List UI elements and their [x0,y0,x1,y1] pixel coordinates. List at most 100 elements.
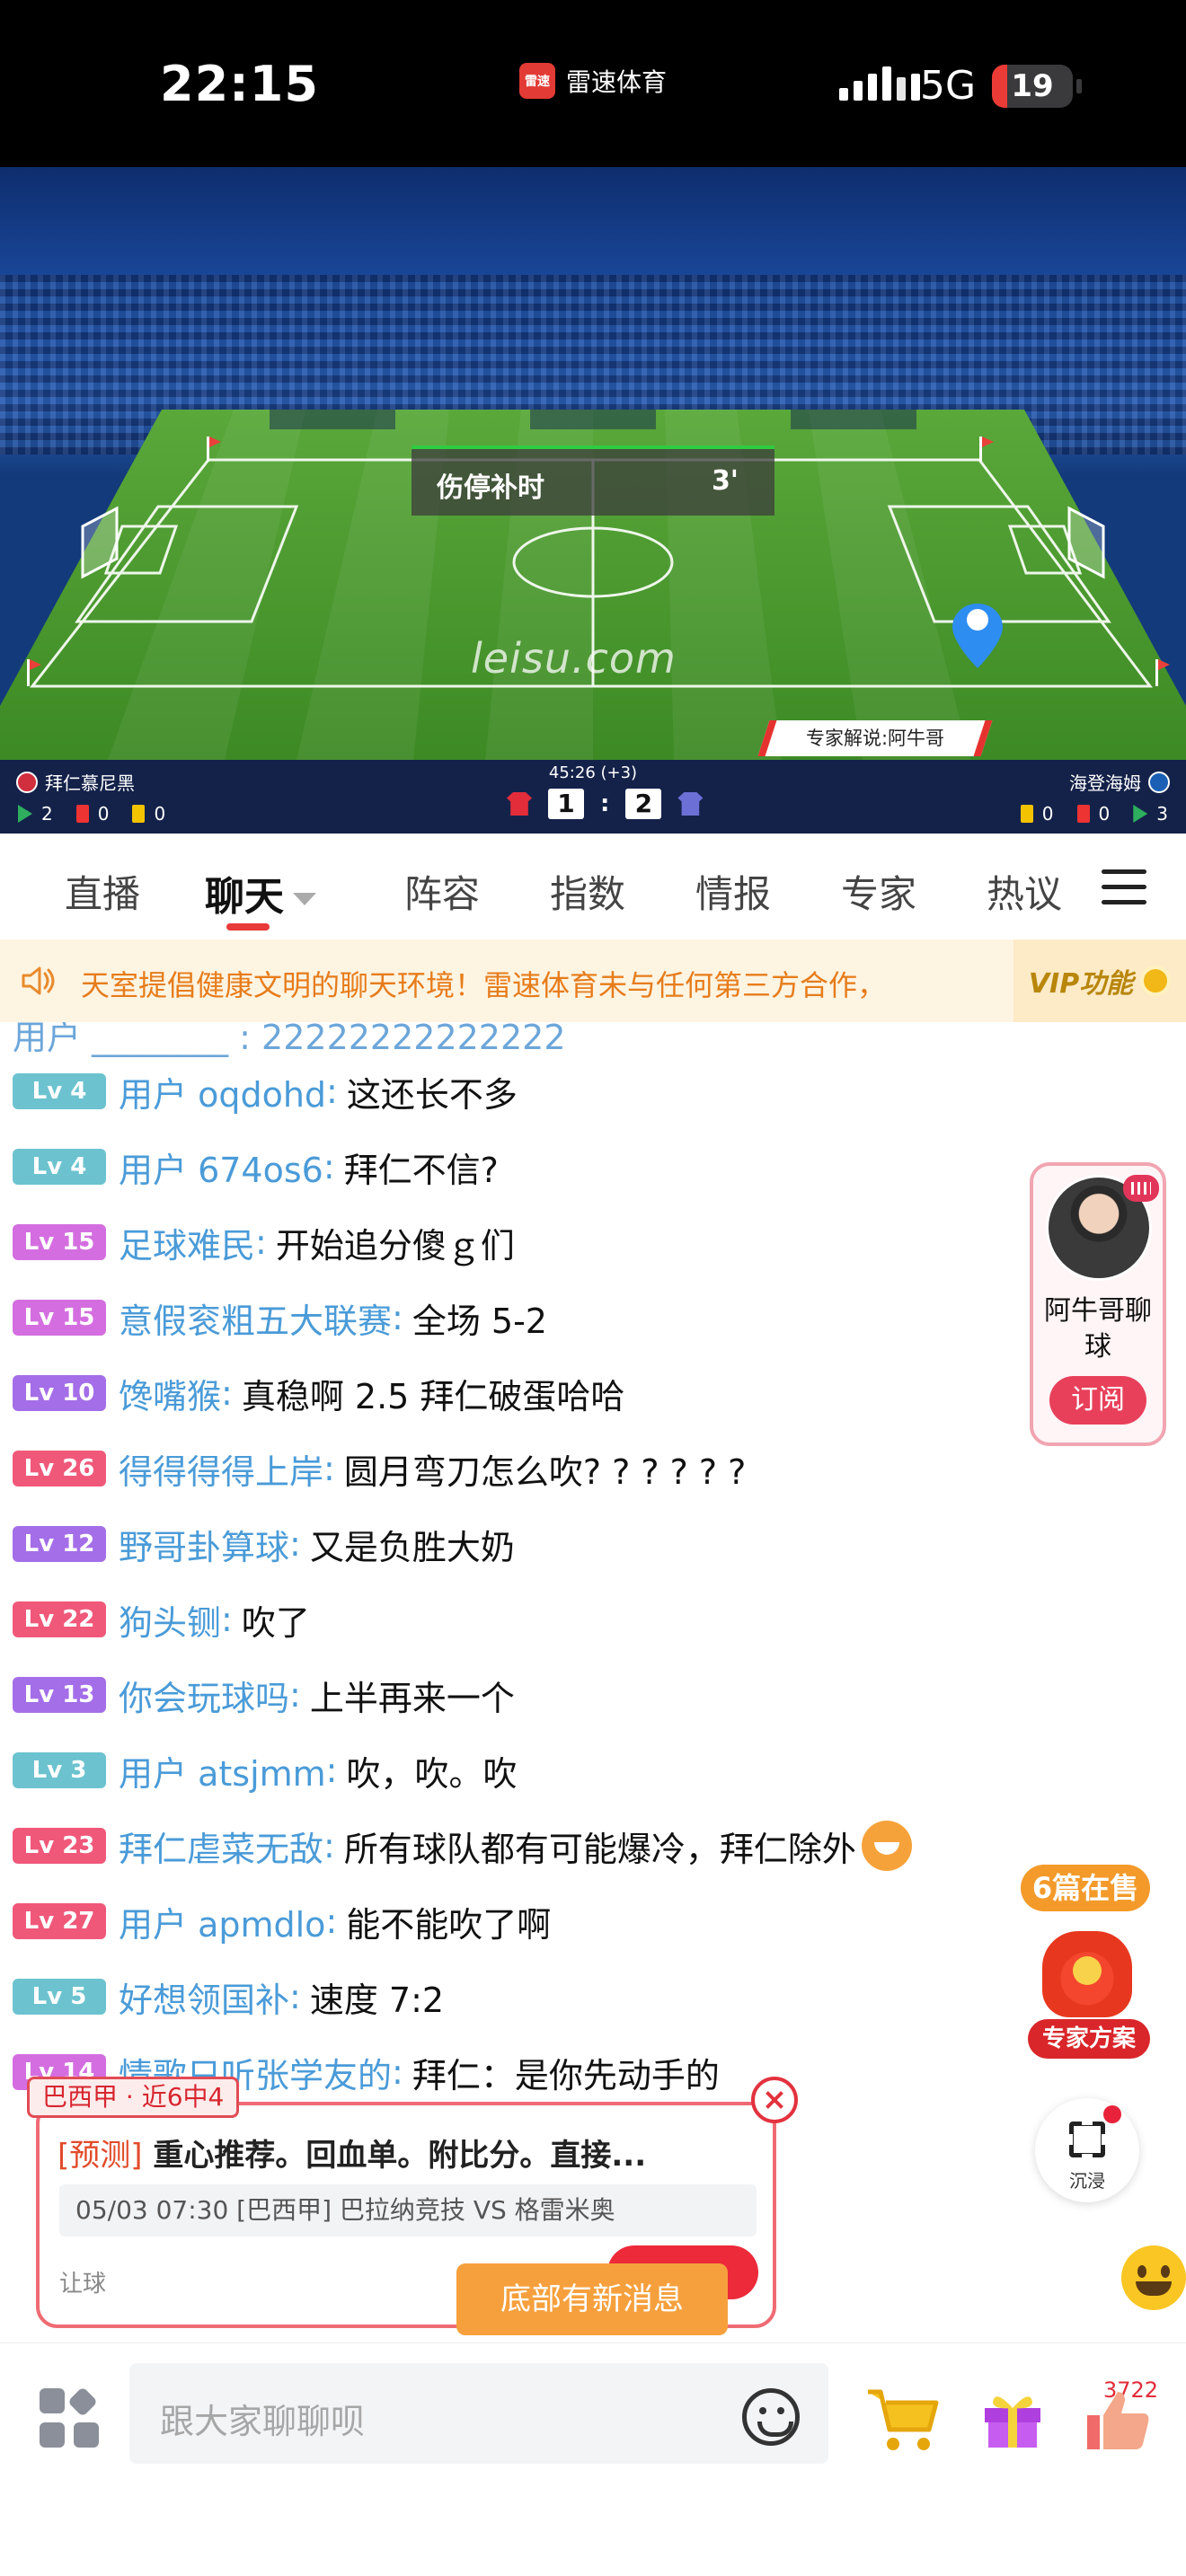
user-level-badge: Lv 22 [13,1601,106,1637]
away-yellow-cards: 0 [1041,803,1054,825]
chat-separator: : [392,1298,403,1337]
chat-separator: : [323,1147,335,1187]
subscribe-button[interactable]: 订阅 [1049,1376,1146,1425]
smile-emoji-icon[interactable] [1121,2245,1186,2310]
tab-lineup[interactable]: 阵容 [404,864,480,919]
chat-message[interactable]: Lv 27 用户 apmdlo: 能不能吹了啊 [13,1897,551,1945]
red-card-icon [75,805,89,823]
chat-username[interactable]: 拜仁虐菜无敌 [119,1822,323,1871]
added-time-value: 3' [711,465,739,497]
chat-text: 全场 5-2 [412,1301,547,1341]
ad-boards [270,410,916,429]
live-wave-icon [1123,1175,1159,1202]
chat-message[interactable]: Lv 5 好想领国补: 速度 7:2 [13,1972,444,2021]
shopping-cart-icon[interactable] [864,2385,942,2455]
chat-message[interactable]: Lv 12 野哥卦算球: 又是负胜大奶 [13,1520,515,1568]
chat-username[interactable]: 足球难民 [119,1218,255,1267]
on-sale-badge[interactable]: 6篇在售 [1021,1865,1150,1911]
tab-intel[interactable]: 情报 [695,864,771,919]
chat-username[interactable]: 你会玩球吗 [119,1671,289,1720]
thumbs-up-icon[interactable] [1078,2388,1155,2453]
chat-username[interactable]: 用户 674os6 [119,1142,323,1192]
commentator-tag[interactable]: 专家解说:阿牛哥 [757,720,993,756]
notice-text: 天室提倡健康文明的聊天环境！雷速体育未与任何第三方合作， [81,968,887,1002]
chat-input[interactable]: 跟大家聊聊呗 [129,2363,828,2464]
live-animation[interactable]: 伤停补时 3' leisu.com 专家解说:阿牛哥 [0,167,1186,760]
close-icon[interactable] [751,2077,798,2123]
chat-separator: : [323,1826,335,1866]
bottom-bar: 跟大家聊聊呗 3722 [0,2342,1186,2576]
expert-card[interactable]: 阿牛哥聊球 订阅 [1030,1162,1166,1446]
chat-username[interactable]: 野哥卦算球 [119,1520,289,1569]
signal-icon [839,66,920,101]
user-level-badge: Lv 4 [13,1149,106,1185]
chat-text: 圆月弯刀怎么吹? ? ? ? ? ? [343,1451,747,1492]
immerse-button[interactable]: 沉浸 [1035,2098,1139,2202]
active-tab-indicator [226,923,270,931]
chat-message[interactable]: Lv 4 用户 674os6: 拜仁不信? [13,1142,499,1191]
chat-message[interactable]: Lv 13 你会玩球吗: 上半再来一个 [13,1671,515,1719]
chat-username[interactable]: 用户 apmdlo [119,1897,325,1946]
expert-plan-button[interactable]: 专家方案 [1028,2019,1150,2059]
corner-flag-icon [18,805,32,823]
tab-chat-label: 聊天 [205,874,284,920]
chat-message[interactable]: Lv 15 意假衮粗五大联赛: 全场 5-2 [13,1293,547,1342]
chat-username[interactable]: 馋嘴猴 [119,1369,221,1418]
home-yellow-cards: 0 [154,803,166,825]
chat-message[interactable]: Lv 4 用户 oqdohd: 这还长不多 [13,1067,518,1116]
lucky-bag-icon[interactable] [1042,1931,1132,2017]
vip-badge-icon [1140,966,1172,996]
new-message-button[interactable]: 底部有新消息 [456,2263,728,2335]
user-level-badge: Lv 15 [13,1300,106,1336]
prediction-handicap: 让球 [59,2271,107,2298]
immerse-label: 沉浸 [1069,2170,1105,2192]
gift-icon[interactable] [979,2385,1046,2451]
away-jersey-icon [677,792,704,816]
chat-username[interactable]: 意假衮粗五大联赛 [119,1293,392,1343]
speaker-icon [22,966,55,995]
chat-username[interactable]: 用户 atsjmm [119,1746,326,1795]
away-score: 2 [625,789,662,819]
user-level-badge: Lv 13 [13,1677,106,1713]
tab-experts[interactable]: 专家 [841,864,916,919]
chat-separator: : [325,1901,338,1941]
chat-username[interactable]: 好想领国补 [119,1972,289,2022]
chat-message[interactable]: Lv 22 狗头铡: 吹了 [13,1595,310,1644]
tab-live[interactable]: 直播 [65,864,140,919]
chat-text: 上半再来一个 [309,1678,515,1718]
chat-message[interactable]: Lv 15 足球难民: 开始追分傻ｇ们 [13,1218,515,1266]
prediction-match: 05/03 07:30 [巴西甲] 巴拉纳竞技 VS 格雷米奥 [59,2184,757,2236]
vip-feature-button[interactable]: VIP功能 [1013,940,1186,1022]
chat-message[interactable]: Lv 26 得得得得上岸: 圆月弯刀怎么吹? ? ? ? ? ? [13,1444,746,1493]
chat-message[interactable]: Lv 23 拜仁虐菜无敌: 所有球队都有可能爆冷，拜仁除外 [13,1821,912,1871]
chat-text: 这还长不多 [346,1074,518,1115]
status-app-name: 雷速体育 [566,67,668,97]
prediction-league-tag: 巴西甲 · 近6中4 [27,2077,240,2118]
chat-username[interactable]: 得得得得上岸 [119,1444,323,1494]
user-level-badge: Lv 12 [13,1526,106,1562]
notification-dot [1103,2105,1121,2123]
home-corners: 2 [41,803,53,825]
battery-level: 19 [1011,68,1054,104]
expert-name: 阿牛哥聊球 [1044,1295,1152,1363]
chat-text: 吹了 [241,1602,310,1643]
chat-username[interactable]: 狗头铡 [119,1595,221,1645]
away-corners: 3 [1156,803,1168,825]
chat-text: 速度 7:2 [309,1980,445,2020]
chat-separator: : [392,2052,403,2092]
yellow-card-icon [1020,805,1033,823]
tab-odds[interactable]: 指数 [550,864,625,919]
added-time-panel: 伤停补时 3' [412,446,774,516]
emoji-icon[interactable] [742,2388,800,2446]
apps-grid-icon[interactable] [40,2386,101,2449]
chat-text: 拜仁不信? [343,1150,499,1190]
chat-username[interactable]: 用户 oqdohd [119,1067,326,1116]
chat-emoji-icon [861,1821,912,1871]
away-team[interactable]: 海登海姆 [1069,769,1170,795]
tab-discussion[interactable]: 热议 [987,864,1062,919]
chat-message[interactable]: Lv 10 馋嘴猴: 真稳啊 2.5 拜仁破蛋哈哈 [13,1369,624,1417]
commentator-label: 专家解说:阿牛哥 [805,728,945,749]
tab-chat[interactable]: 聊天 [205,864,316,922]
chat-message[interactable]: Lv 3 用户 atsjmm: 吹，吹。吹 [13,1746,517,1795]
menu-icon[interactable] [1102,869,1146,905]
